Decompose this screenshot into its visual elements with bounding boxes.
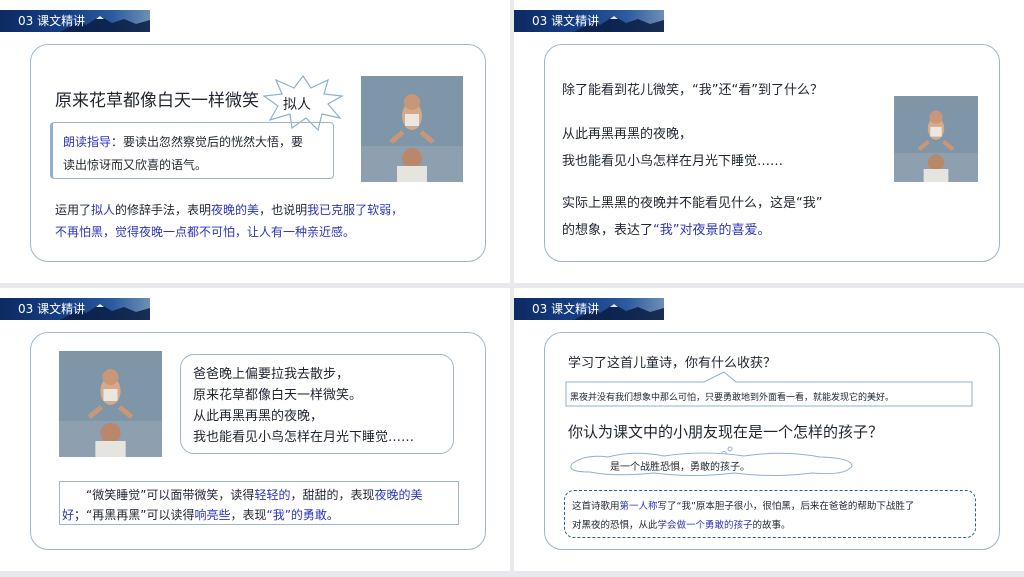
explain-line-1: 实际上黑黑的夜晚并不能看见什么，这是“我” xyxy=(562,196,823,211)
section-header: 03 课文精讲 xyxy=(0,298,150,320)
poem-line-4: 我也能看见小鸟怎样在月光下睡觉…… xyxy=(193,430,415,445)
slide-1: 03 课文精讲 原来花草都像白天一样微笑 拟人 朗读指导：要读出忽然察觉后的恍然… xyxy=(0,0,510,283)
section-label: 03 课文精讲 xyxy=(18,14,86,28)
burst-label: 拟人 xyxy=(283,97,311,113)
section-label: 03 课文精讲 xyxy=(532,14,600,28)
summary-line-2: 对黑夜的恐惧，从此学会做一个勇敢的孩子的故事。 xyxy=(572,520,791,531)
heading-line: 原来花草都像白天一样微笑 xyxy=(55,91,259,111)
analysis-line-1: 运用了拟人的修辞手法，表明夜晚的美，也说明我已克服了软弱， xyxy=(55,203,404,217)
section-label: 03 课文精讲 xyxy=(532,302,600,316)
poem-line-1: 爸爸晚上偏要拉我去散步， xyxy=(193,367,350,382)
guide-line-1: 朗读指导：要读出忽然察觉后的恍然大悟，要 xyxy=(63,133,303,150)
poem-line-2: 我也能看见小鸟怎样在月光下睡觉…… xyxy=(562,154,784,169)
analysis-line-2: 不再怕黑，觉得夜晚一点都不可怕，让人有一种亲近感。 xyxy=(55,225,356,239)
section-header: 03 课文精讲 xyxy=(514,10,664,32)
answer-1: 黑夜并没有我们想象中那么可怕，只要勇敢地到外面看一看，就能发现它的美好。 xyxy=(570,393,895,403)
father-child-photo xyxy=(894,96,978,182)
father-child-photo xyxy=(59,351,162,457)
answer-2: 是一个战胜恐惧，勇敢的孩子。 xyxy=(610,462,750,473)
slide-3: 03 课文精讲 爸爸晚上偏要拉我去散步， 原来花草都像白天一样微笑。 从此再黑再… xyxy=(0,288,510,571)
poem-line-1: 从此再黑再黑的夜晚， xyxy=(562,127,693,142)
question-line: 除了能看到花儿微笑，“我”还“看”到了什么？ xyxy=(562,83,823,98)
section-header: 03 课文精讲 xyxy=(0,10,150,32)
section-header: 03 课文精讲 xyxy=(514,298,664,320)
section-label: 03 课文精讲 xyxy=(18,302,86,316)
guide-line-2: 读出惊讶而又欣喜的语气。 xyxy=(63,158,208,172)
poem-line-2: 原来花草都像白天一样微笑。 xyxy=(193,388,363,403)
father-child-photo xyxy=(361,76,463,182)
summary-line-1: 这首诗歌用第一人称写了“我”原本胆子很小，很怕黑，后来在爸爸的帮助下战胜了 xyxy=(572,501,915,512)
poem-line-3: 从此再黑再黑的夜晚， xyxy=(193,409,324,424)
slide-2: 03 课文精讲 除了能看到花儿微笑，“我”还“看”到了什么？ 从此再黑再黑的夜晚… xyxy=(514,0,1024,283)
note-line-2: 好；“再黑再黑”可以读得响亮些，表现“我”的勇敢。 xyxy=(62,508,339,522)
explain-line-2: 的想象，表达了“我”对夜景的喜爱。 xyxy=(562,223,771,238)
question-2: 你认为课文中的小朋友现在是一个怎样的孩子？ xyxy=(568,423,884,441)
guide-title: 朗读指导 xyxy=(63,135,112,149)
guide-text-1: ：要读出忽然察觉后的恍然大悟，要 xyxy=(111,135,304,149)
slide-4: 03 课文精讲 学习了这首儿童诗，你有什么收获？ 黑夜并没有我们想象中那么可怕，… xyxy=(514,288,1024,571)
question-1: 学习了这首儿童诗，你有什么收获？ xyxy=(568,356,777,371)
note-line-1: “微笑睡觉”可以面带微笑，读得轻轻的，甜甜的，表现夜晚的美 xyxy=(86,488,423,502)
